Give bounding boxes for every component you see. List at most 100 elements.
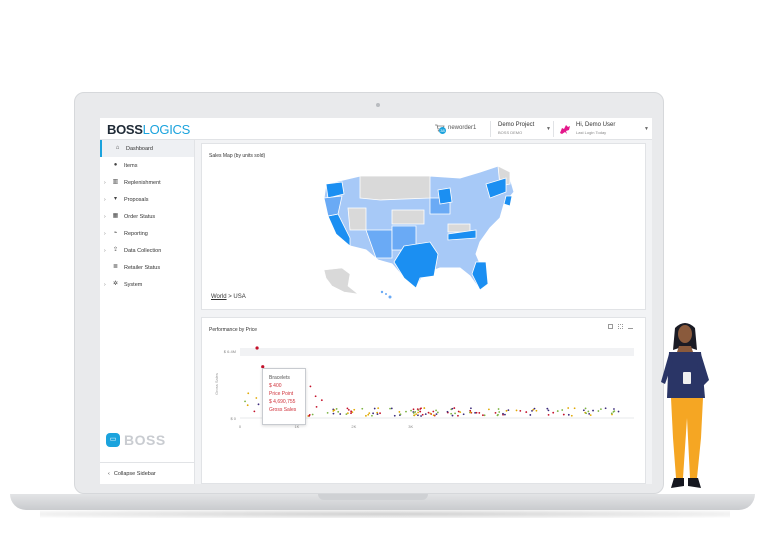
collapse-sidebar-button[interactable]: ‹ Collapse Sidebar bbox=[100, 462, 195, 484]
breadcrumb-world-link[interactable]: World bbox=[211, 294, 227, 300]
brand-logo[interactable]: BOSSLOGICS bbox=[107, 122, 190, 137]
top-header: BOSSLOGICS 38 neworder1 Demo Project BOS… bbox=[100, 118, 652, 140]
scatter-point bbox=[515, 409, 518, 412]
scatter-point bbox=[332, 412, 335, 415]
state-wi[interactable] bbox=[437, 187, 453, 205]
scatter-point bbox=[567, 407, 570, 409]
scatter-point bbox=[597, 410, 600, 412]
scatter-point bbox=[450, 412, 453, 415]
sales-map-panel: Sales Map (by units sold) World > USA bbox=[201, 143, 646, 310]
sidebar-item-dashboard[interactable]: ⌂ Dashboard bbox=[100, 140, 194, 157]
project-selector[interactable]: Demo Project BOSS DEMO bbox=[498, 122, 534, 136]
cart-icon: 38 bbox=[435, 124, 446, 134]
scatter-point bbox=[412, 412, 415, 414]
sidebar-item-label: Replenishment bbox=[124, 179, 161, 186]
state-nv[interactable] bbox=[347, 207, 367, 231]
sidebar-item-replenishment[interactable]: › ▥ Replenishment bbox=[100, 174, 194, 191]
state-ky[interactable] bbox=[447, 223, 471, 233]
scatter-point bbox=[488, 408, 490, 411]
scatter-point bbox=[423, 407, 426, 409]
scatter-point bbox=[592, 409, 594, 412]
project-sub: BOSS DEMO bbox=[498, 130, 523, 135]
sidebar-item-items[interactable]: ● Items bbox=[100, 157, 194, 174]
scatter-point bbox=[350, 412, 352, 415]
scatter-point bbox=[419, 410, 422, 413]
scatter-point bbox=[389, 407, 391, 410]
scatter-point bbox=[462, 413, 465, 416]
scatter-point bbox=[427, 411, 430, 414]
scatter-point bbox=[613, 410, 616, 413]
scatter-point bbox=[451, 414, 454, 417]
user-avatar[interactable] bbox=[558, 122, 572, 136]
alaska-hawaii-inset bbox=[323, 267, 392, 299]
sidebar-item-reporting[interactable]: › ⌁ Reporting bbox=[100, 225, 194, 242]
items-icon: ● bbox=[113, 162, 118, 168]
scatter-point bbox=[432, 410, 435, 413]
scatter-point bbox=[347, 408, 350, 411]
scatter-point bbox=[498, 411, 501, 413]
scatter-point bbox=[390, 407, 393, 410]
scatter-point bbox=[255, 397, 258, 399]
chevron-down-icon[interactable]: ▼ bbox=[644, 126, 649, 132]
scatter-point bbox=[469, 409, 472, 412]
scatter-point bbox=[335, 408, 338, 410]
sidebar-item-data-collection[interactable]: › ⇪ Data Collection bbox=[100, 242, 194, 259]
scatter-point bbox=[435, 413, 438, 416]
state-co[interactable] bbox=[391, 209, 425, 225]
scatter-point bbox=[365, 414, 367, 417]
chevron-right-icon: › bbox=[104, 281, 106, 288]
sidebar-item-retailer-status[interactable]: ≣ Retailer Status bbox=[100, 259, 194, 276]
state-hi[interactable] bbox=[380, 290, 384, 294]
tooltip-category: Bracelets bbox=[269, 375, 290, 381]
x-tick-label: 2K bbox=[351, 424, 356, 429]
sidebar-item-order-status[interactable]: › ▦ Order Status bbox=[100, 208, 194, 225]
sidebar-item-label: Retailer Status bbox=[124, 264, 161, 271]
user-menu[interactable]: Hi, Demo User Last Login Today bbox=[576, 122, 615, 136]
scatter-point bbox=[413, 414, 416, 417]
sidebar-item-label: Data Collection bbox=[124, 247, 162, 254]
scatter-point bbox=[247, 392, 250, 395]
state-north-plains[interactable] bbox=[359, 175, 431, 201]
scatter-point bbox=[435, 409, 437, 412]
chevron-left-icon: ‹ bbox=[108, 470, 110, 477]
scatter-point[interactable] bbox=[255, 346, 259, 350]
scatter-point bbox=[494, 411, 497, 414]
scatter-point bbox=[587, 410, 590, 413]
scatter-point bbox=[350, 410, 353, 413]
state-ak[interactable] bbox=[323, 267, 360, 295]
webcam bbox=[376, 103, 380, 107]
sidebar-item-proposals[interactable]: › ▾ Proposals bbox=[100, 191, 194, 208]
scatter-point bbox=[610, 412, 613, 415]
scatter-point bbox=[353, 408, 356, 411]
tooltip-price: $ 400 bbox=[269, 383, 282, 389]
scatter-point bbox=[346, 412, 349, 415]
chevron-down-icon[interactable]: ▼ bbox=[546, 126, 551, 132]
scatter-point bbox=[470, 407, 472, 410]
boss-brand-text: BOSS bbox=[124, 432, 166, 448]
scatter-point bbox=[377, 407, 380, 410]
scatter-point bbox=[604, 407, 607, 410]
upload-icon: ⇪ bbox=[112, 247, 119, 253]
scatter-point bbox=[502, 412, 504, 415]
current-order[interactable]: 38 neworder1 bbox=[435, 124, 476, 134]
scatter-point bbox=[478, 412, 481, 414]
tooltip-price-label: Price Point bbox=[269, 391, 294, 397]
sidebar-item-system[interactable]: › ✲ System bbox=[100, 276, 194, 293]
performance-panel: Performance by Price $ 6.4M $ 0 Gross Sale… bbox=[201, 317, 646, 484]
scatter-point bbox=[424, 413, 427, 416]
app-screen: BOSSLOGICS 38 neworder1 Demo Project BOS… bbox=[100, 118, 652, 484]
state-fl[interactable] bbox=[471, 261, 489, 291]
scatter-point bbox=[507, 409, 510, 412]
list-icon: ≣ bbox=[112, 264, 119, 270]
scatter-point bbox=[410, 409, 412, 412]
chevron-right-icon: › bbox=[104, 179, 106, 186]
scatter-point bbox=[535, 409, 538, 412]
map-breadcrumb: World > USA bbox=[211, 294, 246, 300]
scatter-point bbox=[519, 409, 522, 412]
woman-illustration bbox=[661, 323, 709, 488]
scatter-point bbox=[562, 413, 565, 416]
scatter-point bbox=[582, 409, 585, 412]
scatter-point bbox=[584, 407, 587, 410]
scatter-point bbox=[546, 407, 549, 410]
sidebar-item-label: Order Status bbox=[124, 213, 156, 220]
